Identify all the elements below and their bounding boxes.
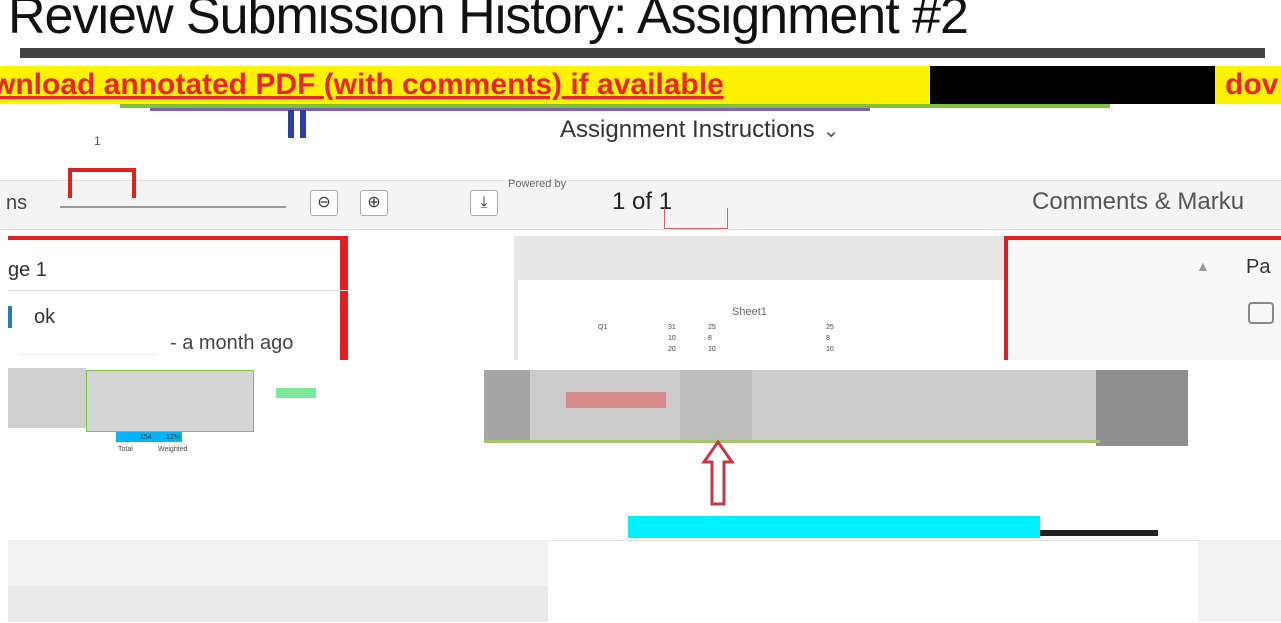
comment-timestamp: - a month ago bbox=[170, 332, 294, 354]
tab-comments-markup[interactable]: Comments & Marku bbox=[1032, 188, 1244, 216]
powered-by-label: Powered by bbox=[508, 178, 567, 190]
gray-block bbox=[680, 370, 752, 440]
markup-sidebar bbox=[1008, 240, 1281, 360]
options-dropdown[interactable] bbox=[60, 196, 286, 208]
comments-page-header: ge 1 bbox=[8, 250, 348, 291]
highlight-box-options bbox=[68, 168, 136, 198]
title-scratch-divider bbox=[20, 48, 1265, 58]
thumb-green-cell bbox=[276, 388, 316, 398]
gray-block bbox=[1096, 370, 1188, 446]
bottom-panel-right bbox=[1198, 540, 1281, 622]
highlight-box-comments-top bbox=[8, 236, 348, 240]
blue-marker bbox=[288, 110, 306, 138]
thumb-label-weighted: Weighted bbox=[158, 446, 188, 453]
dark-rule bbox=[1040, 530, 1158, 536]
green-rule bbox=[484, 440, 1100, 443]
gray-block bbox=[484, 370, 530, 442]
markup-page-header: Pa bbox=[1246, 256, 1271, 278]
spreadsheet-thumbnail bbox=[86, 370, 254, 432]
sheet-cell: 10 bbox=[826, 346, 834, 353]
sheet-cell: 10 bbox=[708, 346, 716, 353]
banner-text-right[interactable]: dov bbox=[1225, 68, 1278, 102]
red-highlight-block bbox=[566, 392, 666, 408]
download-button[interactable]: ⤓ bbox=[470, 190, 498, 216]
up-arrow-icon bbox=[701, 439, 735, 506]
zoom-out-button[interactable]: ⊖ bbox=[310, 190, 338, 216]
download-banner: wnload annotated PDF (with comments) if … bbox=[0, 66, 1281, 104]
scroll-up-icon[interactable]: ▲ bbox=[1196, 258, 1210, 274]
sheet-cell: 25 bbox=[708, 324, 716, 331]
gray-block bbox=[8, 368, 86, 428]
zoom-in-button[interactable]: ⊕ bbox=[360, 190, 388, 216]
banner-text-left[interactable]: wnload annotated PDF (with comments) if … bbox=[0, 68, 724, 102]
cyan-highlight bbox=[628, 516, 1040, 538]
comment-body[interactable]: ok bbox=[34, 306, 55, 329]
sheet-cell: 10 bbox=[668, 335, 676, 342]
bottom-strip bbox=[8, 586, 548, 622]
document-page[interactable] bbox=[518, 280, 1044, 360]
sheet-cell: 25 bbox=[826, 324, 834, 331]
bottom-panel-center bbox=[548, 540, 1198, 623]
thumb-value: 154 bbox=[140, 434, 152, 441]
sheet-cell: Q1 bbox=[598, 324, 608, 331]
comment-author bbox=[18, 330, 158, 355]
sheet-title: Sheet1 bbox=[732, 306, 767, 318]
chevron-down-icon: ⌄ bbox=[822, 120, 840, 142]
assignment-instructions-toggle[interactable]: Assignment Instructions ⌄ bbox=[560, 116, 840, 144]
sheet-cell: 8 bbox=[826, 335, 830, 342]
sheet-cell: 8 bbox=[708, 335, 712, 342]
sheet-cell: 31 bbox=[668, 324, 676, 331]
assignment-instructions-label: Assignment Instructions bbox=[560, 116, 815, 143]
marker-number: 1 bbox=[94, 134, 101, 148]
thumb-percent: 12% bbox=[166, 434, 181, 441]
page-title: Review Submission History: Assignment #2 bbox=[8, 0, 969, 45]
page-selector[interactable] bbox=[664, 208, 728, 229]
comment-icon[interactable] bbox=[1248, 302, 1274, 324]
sheet-cell: 20 bbox=[668, 346, 676, 353]
purple-rule bbox=[150, 108, 870, 111]
comment-indicator bbox=[8, 306, 12, 328]
thumb-label-total: Total bbox=[118, 446, 133, 453]
options-menu[interactable]: ns bbox=[6, 192, 27, 215]
